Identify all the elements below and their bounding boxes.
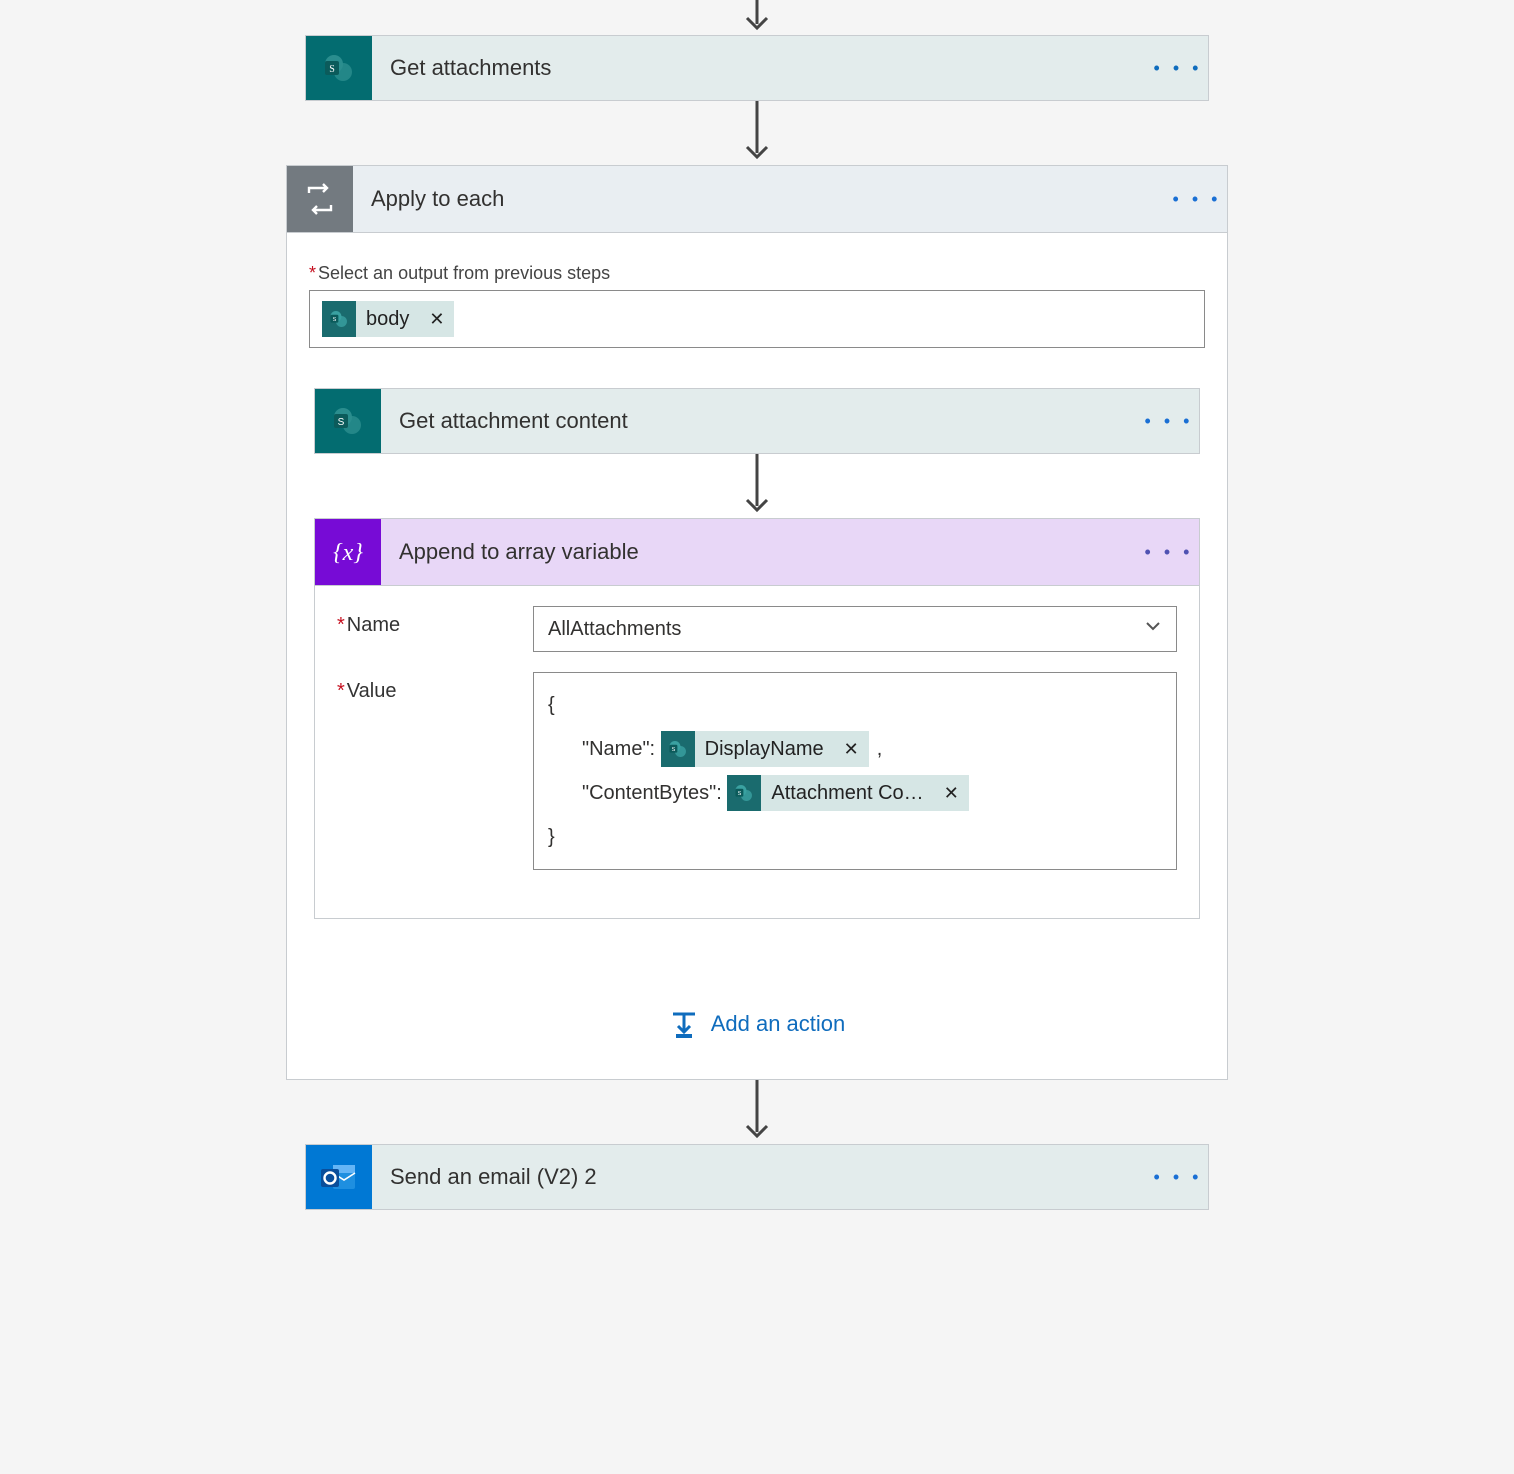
sharepoint-icon: S (315, 389, 381, 453)
add-action-button[interactable]: Add an action (309, 1009, 1205, 1039)
sharepoint-icon: S (306, 36, 372, 100)
sharepoint-icon: S (727, 775, 761, 811)
step-send-email[interactable]: Send an email (V2) 2 • • • (305, 1144, 1209, 1210)
add-action-label: Add an action (711, 1011, 846, 1037)
kebab-menu-icon[interactable]: • • • (1167, 166, 1227, 232)
value-editor[interactable]: { "Name": S (533, 672, 1177, 870)
kebab-menu-icon[interactable]: • • • (1148, 36, 1208, 100)
outlook-icon (306, 1145, 372, 1209)
svg-text:{x}: {x} (333, 540, 363, 566)
token-label: DisplayName (695, 727, 834, 771)
step-get-attachment-content[interactable]: S Get attachment content • • • (314, 388, 1200, 454)
step-title: Apply to each (353, 166, 1167, 232)
dynamic-token-body[interactable]: S body ✕ (322, 301, 454, 337)
name-label: *Name (337, 606, 533, 637)
step-title: Get attachments (372, 36, 1148, 100)
svg-text:S: S (329, 64, 335, 75)
token-label: Attachment Co… (761, 771, 933, 815)
token-remove-icon[interactable]: ✕ (834, 727, 869, 771)
select-output-input[interactable]: S body ✕ (309, 290, 1205, 348)
svg-text:S: S (338, 417, 345, 428)
token-remove-icon[interactable]: ✕ (934, 771, 969, 815)
select-output-label: *Select an output from previous steps (309, 263, 1205, 284)
svg-text:S: S (738, 791, 742, 797)
flow-arrow-icon (737, 0, 777, 35)
add-action-icon (669, 1009, 699, 1039)
flow-arrow-icon (737, 101, 777, 165)
dynamic-token-displayname[interactable]: S DisplayName ✕ (661, 731, 869, 767)
variable-icon: {x} (315, 519, 381, 585)
chevron-down-icon (1144, 617, 1162, 641)
step-append-array-variable: {x} Append to array variable • • • *Name… (314, 518, 1200, 919)
kebab-menu-icon[interactable]: • • • (1139, 389, 1199, 453)
append-array-header[interactable]: {x} Append to array variable • • • (315, 519, 1199, 586)
name-value: AllAttachments (548, 618, 681, 641)
flow-canvas: S Get attachments • • • Apply to each • … (0, 0, 1514, 1474)
step-title: Get attachment content (381, 389, 1139, 453)
svg-text:S: S (333, 317, 337, 323)
svg-text:S: S (671, 747, 675, 753)
kebab-menu-icon[interactable]: • • • (1148, 1145, 1208, 1209)
step-apply-to-each: Apply to each • • • *Select an output fr… (286, 165, 1228, 1080)
required-asterisk: * (309, 263, 316, 283)
token-label: body (356, 308, 419, 331)
sharepoint-icon: S (661, 731, 695, 767)
step-title: Append to array variable (381, 519, 1139, 585)
flow-arrow-icon (737, 1080, 777, 1144)
dynamic-token-attachment-content[interactable]: S Attachment Co… ✕ (727, 775, 968, 811)
apply-to-each-header[interactable]: Apply to each • • • (287, 166, 1227, 233)
apply-to-each-body: *Select an output from previous steps S … (287, 233, 1227, 1079)
step-title: Send an email (V2) 2 (372, 1145, 1148, 1209)
sharepoint-icon: S (322, 301, 356, 337)
flow-arrow-icon (737, 454, 777, 518)
value-label: *Value (337, 672, 533, 703)
name-select[interactable]: AllAttachments (533, 606, 1177, 652)
loop-icon (287, 166, 353, 232)
token-remove-icon[interactable]: ✕ (419, 309, 454, 330)
step-get-attachments[interactable]: S Get attachments • • • (305, 35, 1209, 101)
kebab-menu-icon[interactable]: • • • (1139, 519, 1199, 585)
